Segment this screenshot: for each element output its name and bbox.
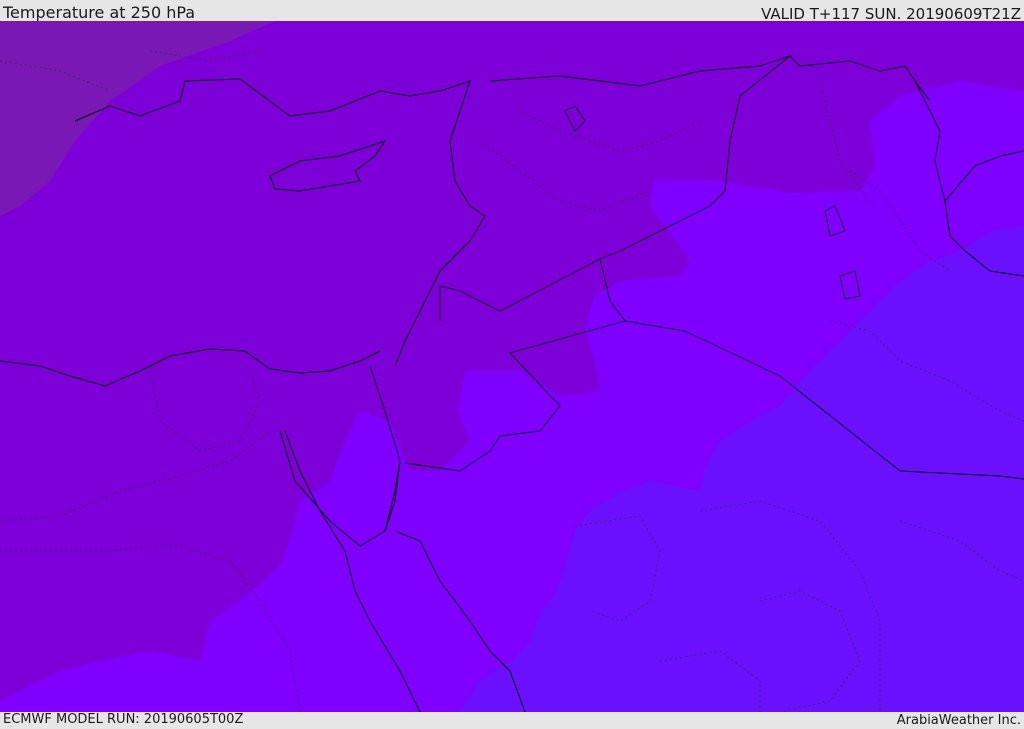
credit-label: ArabiaWeather Inc. (896, 713, 1021, 728)
model-run-label: ECMWF MODEL RUN: 20190605T00Z (3, 712, 244, 727)
header-bar: Temperature at 250 hPa VALID T+117 SUN. … (0, 0, 1024, 23)
footer-bar: ECMWF MODEL RUN: 20190605T00Z ArabiaWeat… (0, 712, 1024, 729)
map-title: Temperature at 250 hPa (3, 3, 196, 22)
weather-map[interactable] (0, 21, 1024, 712)
